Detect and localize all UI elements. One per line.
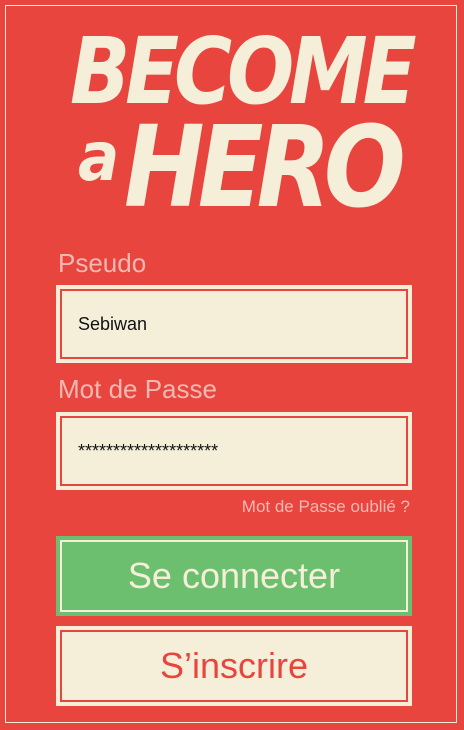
login-button[interactable]: Se connecter (56, 536, 412, 616)
password-label: Mot de Passe (58, 374, 217, 404)
logo-line-a: a (78, 118, 120, 197)
logo-line-hero: HERO (124, 103, 406, 233)
pseudo-field[interactable]: Sebiwan (56, 285, 412, 363)
password-value[interactable]: ******************** (78, 441, 218, 462)
register-button[interactable]: S’inscrire (56, 626, 412, 706)
password-field-inner: ******************** (60, 416, 408, 486)
register-button-label: S’inscrire (60, 630, 408, 702)
login-button-label: Se connecter (60, 540, 408, 612)
password-field[interactable]: ******************** (56, 412, 412, 490)
pseudo-value[interactable]: Sebiwan (78, 314, 147, 335)
pseudo-field-inner: Sebiwan (60, 289, 408, 359)
pseudo-label: Pseudo (58, 248, 147, 278)
forgot-password-link[interactable]: Mot de Passe oublié ? (242, 497, 410, 517)
